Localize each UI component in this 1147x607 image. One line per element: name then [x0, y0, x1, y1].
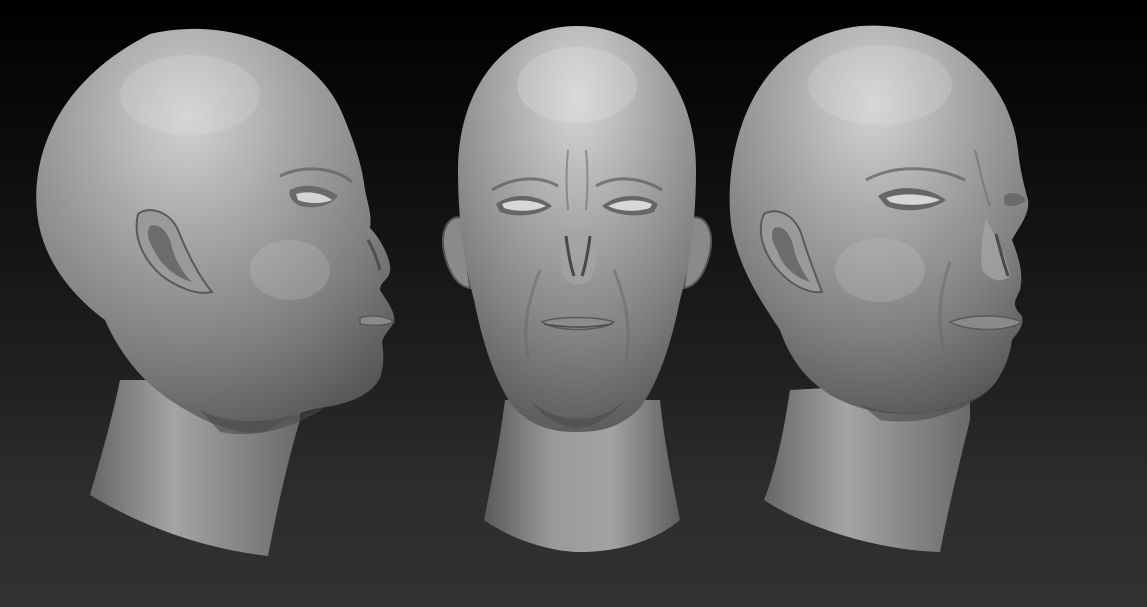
sculpt-canvas — [36, 25, 1029, 556]
side-profile-head — [36, 28, 396, 556]
side-cheek-highlight — [250, 240, 330, 300]
front-head — [442, 26, 712, 552]
three-quarter-cranium-highlight — [808, 45, 952, 125]
three-quarter-head — [729, 25, 1029, 552]
front-cranium-highlight — [517, 47, 637, 123]
sculpt-viewport — [0, 0, 1147, 607]
side-cranium-highlight — [120, 55, 260, 135]
three-quarter-cheek-highlight — [835, 238, 925, 302]
